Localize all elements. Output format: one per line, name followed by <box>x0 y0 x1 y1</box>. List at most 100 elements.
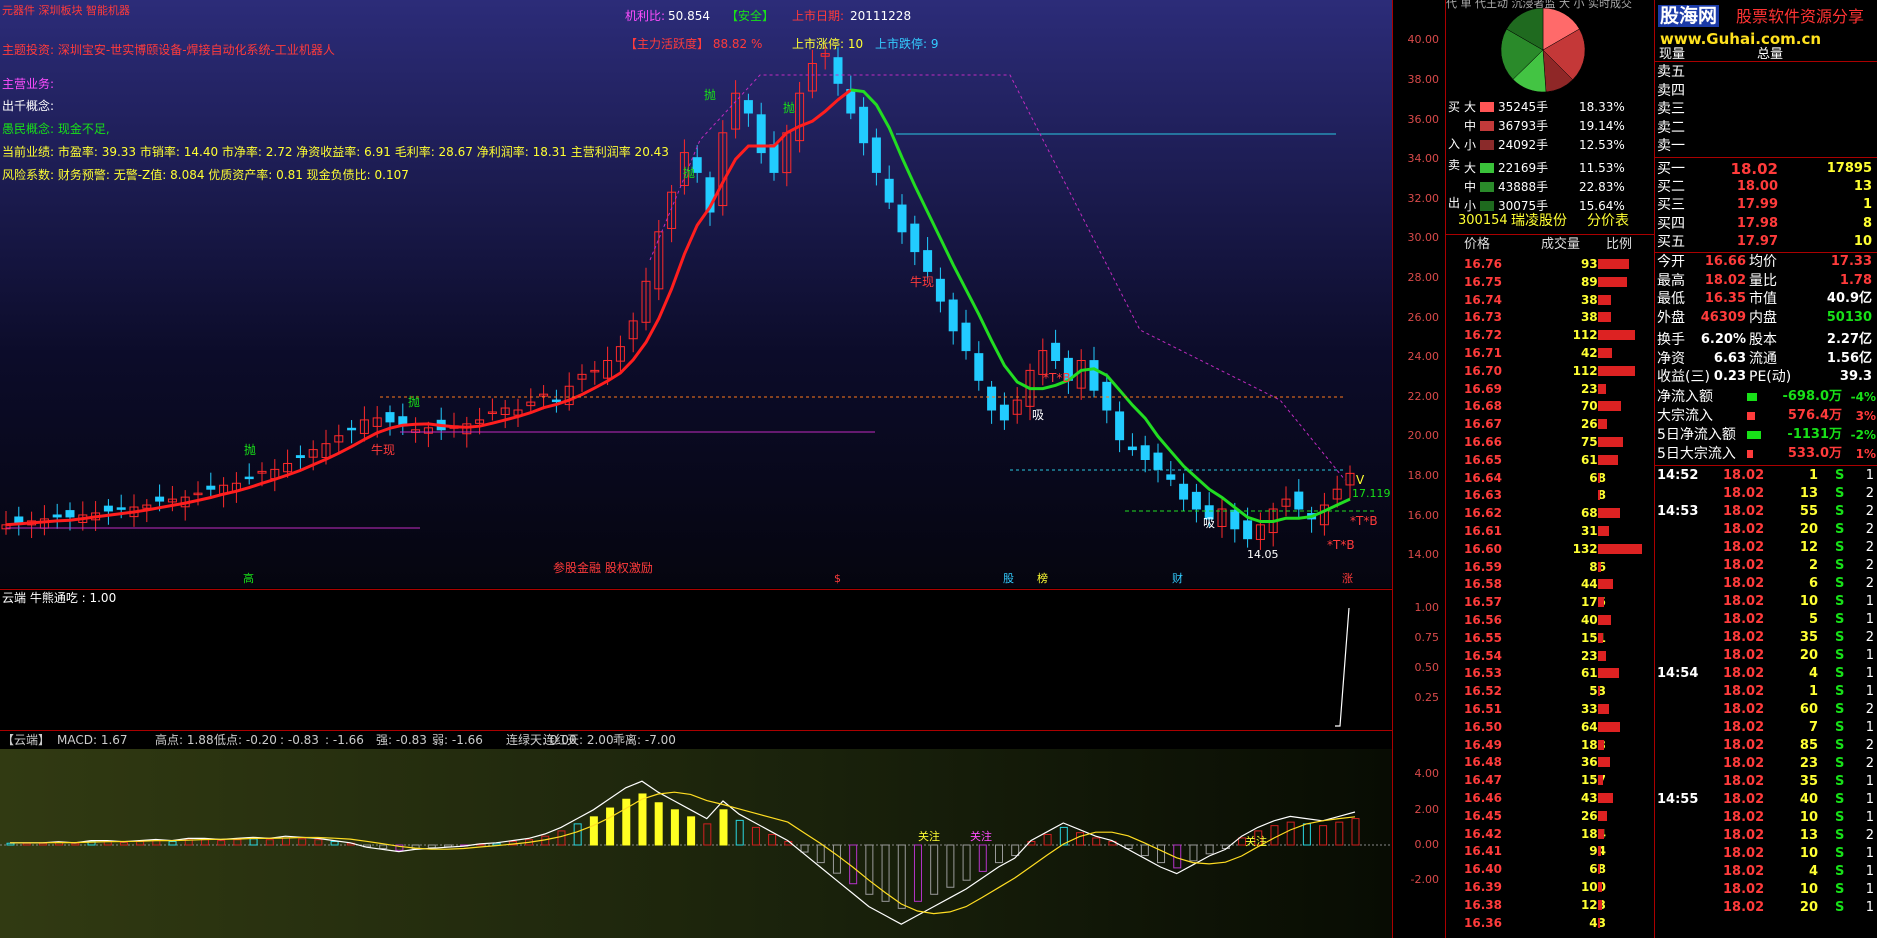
tick-row[interactable]: 18.02 2 S 2 <box>1655 557 1877 575</box>
price-row[interactable]: 16.5253 <box>1446 682 1654 700</box>
tick-row[interactable]: 18.02 20 S 1 <box>1655 899 1877 917</box>
price-row[interactable]: 16.70 1125 <box>1446 362 1654 380</box>
price-row[interactable]: 16.68 705 <box>1446 397 1654 415</box>
candlestick[interactable] <box>551 389 561 413</box>
candlestick[interactable] <box>910 215 920 266</box>
ask-level-label[interactable]: 卖五 <box>1657 63 1685 81</box>
bid-level-row[interactable]: 买四 17.98 8 <box>1655 215 1877 233</box>
candlestick[interactable] <box>1051 329 1061 369</box>
bid-level-row[interactable]: 买三 17.99 1 <box>1655 196 1877 214</box>
candlestick[interactable] <box>1012 387 1022 424</box>
tick-row[interactable]: 18.02 6 S 2 <box>1655 575 1877 593</box>
candlestick[interactable] <box>935 267 945 313</box>
candlestick[interactable] <box>359 406 369 442</box>
event-marker[interactable]: 榜 <box>1037 572 1048 586</box>
tick-row[interactable]: 18.02 23 S 2 <box>1655 755 1877 773</box>
candlestick[interactable] <box>295 445 305 471</box>
candlestick[interactable] <box>231 472 241 503</box>
price-row[interactable]: 16.39 100 <box>1446 878 1654 896</box>
price-row[interactable]: 16.69 234 <box>1446 380 1654 398</box>
candlestick[interactable] <box>1115 401 1125 453</box>
candlestick[interactable] <box>180 490 190 521</box>
candlestick[interactable] <box>846 75 856 120</box>
price-row[interactable]: 16.58 444 <box>1446 575 1654 593</box>
event-marker[interactable]: 财 <box>1172 572 1183 586</box>
price-row[interactable]: 16.5986 <box>1446 558 1654 576</box>
candlestick[interactable] <box>1268 502 1278 547</box>
candlestick[interactable] <box>244 463 254 485</box>
candlestick[interactable] <box>769 131 779 181</box>
event-marker[interactable]: 股 <box>1003 572 1014 586</box>
candlestick[interactable] <box>78 501 88 531</box>
price-row[interactable]: 16.6468 <box>1446 469 1654 487</box>
candlestick[interactable] <box>1281 486 1291 517</box>
candlestick[interactable] <box>859 97 869 156</box>
price-row[interactable]: 16.75 890 <box>1446 273 1654 291</box>
price-row[interactable]: 16.50 649 <box>1446 718 1654 736</box>
candlestick[interactable] <box>615 335 625 374</box>
candlestick[interactable] <box>628 312 638 353</box>
tick-row[interactable]: 18.02 10 S 1 <box>1655 593 1877 611</box>
price-row[interactable]: 16.56 402 <box>1446 611 1654 629</box>
candlestick[interactable] <box>103 499 113 525</box>
bid-level-row[interactable]: 买一 18.02 17895 <box>1655 160 1877 178</box>
ask-level-label[interactable]: 卖四 <box>1657 82 1685 100</box>
tick-row[interactable]: 14:54 18.02 4 S 1 <box>1655 665 1877 683</box>
macd-panel[interactable]: 【云端】 MACD: 1.67 高点: 1.88 低点: -0.20 : -0.… <box>0 730 1392 938</box>
tick-row[interactable]: 18.02 5 S 1 <box>1655 611 1877 629</box>
price-row[interactable]: 16.73 385 <box>1446 308 1654 326</box>
candlestick[interactable] <box>526 388 536 413</box>
candlestick[interactable] <box>999 392 1009 430</box>
tick-row[interactable]: 18.02 85 S 2 <box>1655 737 1877 755</box>
event-marker[interactable]: $ <box>834 572 841 586</box>
tick-row[interactable]: 18.02 4 S 1 <box>1655 863 1877 881</box>
ask-level-label[interactable]: 卖二 <box>1657 119 1685 137</box>
candlestick[interactable] <box>897 194 907 244</box>
price-row[interactable]: 16.45 263 <box>1446 807 1654 825</box>
price-row[interactable]: 16.72 1120 <box>1446 326 1654 344</box>
candlestick[interactable] <box>641 267 651 331</box>
tick-row[interactable]: 18.02 10 S 1 <box>1655 881 1877 899</box>
tick-row[interactable]: 14:55 18.02 40 S 1 <box>1655 791 1877 809</box>
candlestick[interactable] <box>65 502 75 531</box>
candlestick[interactable] <box>52 503 62 529</box>
price-row[interactable]: 16.66 751 <box>1446 433 1654 451</box>
ask-level-label[interactable]: 卖一 <box>1657 137 1685 155</box>
candlestick[interactable] <box>1179 473 1189 512</box>
candlestick[interactable] <box>1 510 11 535</box>
candlestick[interactable] <box>27 511 37 539</box>
candlestick[interactable] <box>1076 349 1086 400</box>
candlestick[interactable] <box>987 380 997 424</box>
candlestick[interactable] <box>948 292 958 345</box>
price-row[interactable]: 16.48 366 <box>1446 753 1654 771</box>
price-row[interactable]: 16.49 183 <box>1446 736 1654 754</box>
candlestick[interactable] <box>1089 346 1099 398</box>
candlestick[interactable] <box>385 405 395 436</box>
candlestick[interactable] <box>475 407 485 435</box>
candlestick[interactable] <box>974 341 984 391</box>
tick-row[interactable]: 18.02 13 S 2 <box>1655 827 1877 845</box>
indicator-panel-bull-bear[interactable]: 云端 牛熊通吃 : 1.00 <box>0 589 1392 729</box>
candlestick[interactable] <box>590 361 600 385</box>
price-row[interactable]: 16.53 618 <box>1446 664 1654 682</box>
tick-row[interactable]: 18.02 20 S 2 <box>1655 521 1877 539</box>
candlestick[interactable] <box>347 420 357 444</box>
price-row[interactable]: 16.4068 <box>1446 860 1654 878</box>
candlestick[interactable] <box>884 165 894 209</box>
price-row[interactable]: 16.38 123 <box>1446 896 1654 914</box>
tick-row[interactable]: 18.02 12 S 2 <box>1655 539 1877 557</box>
price-row[interactable]: 16.62 684 <box>1446 504 1654 522</box>
stock-title-bar[interactable]: 300154 瑞凌股份 分价表 <box>1446 212 1654 232</box>
tick-row[interactable]: 18.02 7 S 1 <box>1655 719 1877 737</box>
price-row[interactable]: 16.60 1328 <box>1446 540 1654 558</box>
candlestick[interactable] <box>1140 435 1150 473</box>
kline-chart[interactable] <box>0 0 1392 588</box>
price-row[interactable]: 16.65 612 <box>1446 451 1654 469</box>
candlestick[interactable] <box>577 364 587 392</box>
bid-level-row[interactable]: 买五 17.97 10 <box>1655 233 1877 251</box>
candlestick[interactable] <box>14 506 24 536</box>
kline-main-panel[interactable]: 元器件 深圳板块 智能机器 机利比: 50.854 【安全】 上市日期: 201… <box>0 0 1392 588</box>
candlestick[interactable] <box>1153 443 1163 483</box>
tick-row[interactable]: 18.02 10 S 1 <box>1655 809 1877 827</box>
site-banner[interactable]: 股海网 股票软件资源分享 www.Guhai.com.cn <box>1656 2 1877 50</box>
